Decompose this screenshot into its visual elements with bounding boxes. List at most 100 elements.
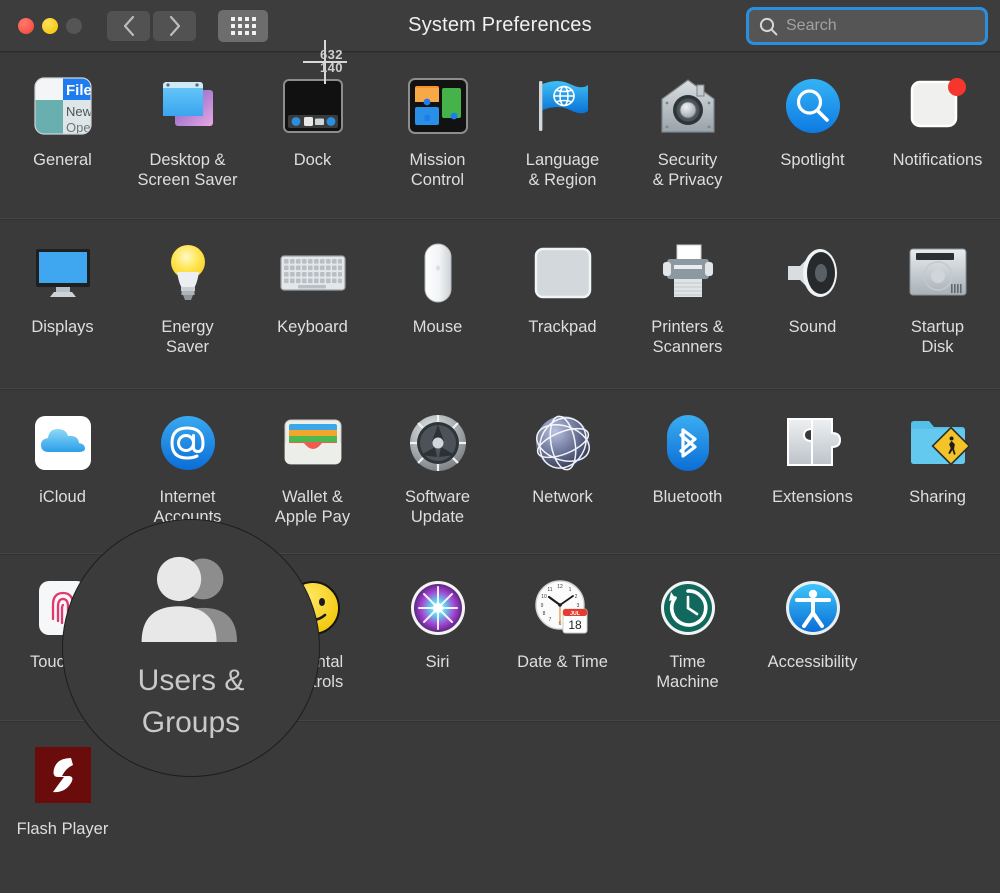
spotlight-icon [780,73,846,139]
pref-printers-scanners[interactable]: Printers & Scanners [625,234,750,357]
pref-label: Language & Region [525,151,600,189]
pref-label: Displays [31,318,94,336]
pref-siri[interactable]: Siri [375,569,500,672]
search-field[interactable] [746,7,993,45]
pref-empty-slot [875,569,1000,652]
pref-label: Keyboard [277,318,348,336]
pref-general[interactable]: File New Ope General [0,67,125,170]
wallet-applepay-icon [280,410,346,476]
pref-language-region[interactable]: Language & Region [500,67,625,190]
pref-software-update[interactable]: Software Update [375,404,500,527]
bluetooth-icon [655,410,721,476]
pref-extensions[interactable]: Extensions [750,404,875,507]
pref-mission-control[interactable]: Mission Control [375,67,500,190]
traffic-light-group [18,17,82,34]
software-update-icon [405,410,471,476]
pref-label: Date & Time [517,653,608,671]
svg-text:12: 12 [557,584,563,590]
pref-internet-accounts[interactable]: Internet Accounts [125,404,250,527]
svg-text:File: File [66,82,92,99]
users-groups-magnified-icon [141,556,237,642]
pref-notifications[interactable]: Notifications [875,67,1000,170]
back-button[interactable] [107,10,150,41]
show-all-button[interactable] [218,9,268,42]
svg-text:3: 3 [576,603,579,609]
pref-accessibility[interactable]: Accessibility [750,569,875,672]
pref-bluetooth[interactable]: Bluetooth [625,404,750,507]
pref-label: Desktop & Screen Saver [137,151,238,189]
calendar-month: JUL [570,611,581,617]
pref-label: Bluetooth [652,488,723,506]
svg-text:9: 9 [540,603,543,609]
svg-text:8: 8 [542,611,545,617]
pref-desktop-screen-saver[interactable]: Desktop & Screen Saver [125,67,250,190]
pref-keyboard[interactable]: Keyboard [250,234,375,337]
svg-text:11: 11 [547,587,552,593]
pref-sound[interactable]: Sound [750,234,875,337]
minimize-button[interactable] [42,17,58,34]
pref-trackpad[interactable]: Trackpad [500,234,625,337]
pref-wallet-apple-pay[interactable]: Wallet & Apple Pay [250,404,375,527]
search-input[interactable] [786,17,993,35]
pref-startup-disk[interactable]: Startup Disk [875,234,1000,357]
pref-dock[interactable]: Dock [250,67,375,170]
energy-saver-icon [155,240,221,306]
security-privacy-icon [655,73,721,139]
pref-spotlight[interactable]: Spotlight [750,67,875,170]
pref-label: Accessibility [767,653,858,671]
svg-text:1: 1 [568,587,571,593]
pref-icloud[interactable]: iCloud [0,404,125,507]
preferences-row: File New Ope General Desktop & Screen Sa… [0,52,1000,219]
svg-text:2: 2 [574,594,577,600]
printers-scanners-icon [655,240,721,306]
pref-security-privacy[interactable]: Security & Privacy [625,67,750,190]
pref-label: Security & Privacy [652,151,723,189]
pref-label: Startup Disk [910,318,965,356]
pref-flash-player[interactable]: Flash Player [0,736,125,839]
pref-label: Software Update [404,488,471,526]
zoom-button [66,17,82,34]
displays-icon [30,240,96,306]
pref-label: General [33,151,92,169]
general-icon: File New Ope [30,73,96,139]
pref-displays[interactable]: Displays [0,234,125,337]
preferences-row: Displays Energy Saver Keyboard Mouse Tra… [0,219,1000,389]
close-button[interactable] [18,17,34,34]
mouse-icon [405,240,471,306]
network-icon [530,410,596,476]
pref-energy-saver[interactable]: Energy Saver [125,234,250,357]
pref-label: Time Machine [656,653,719,691]
sharing-icon [905,410,971,476]
svg-text:New: New [66,104,93,119]
sound-icon [780,240,846,306]
pref-date-time[interactable]: 1212 345 678 91011 JUL 18 [500,569,625,672]
pref-time-machine[interactable]: Time Machine [625,569,750,692]
pref-label: Mission Control [409,151,466,189]
pref-network[interactable]: Network [500,404,625,507]
magnifier-loupe: Users & Groups [62,519,320,777]
desktop-screensaver-icon [155,73,221,139]
pref-label: Dock [293,151,332,169]
trackpad-icon [530,240,596,306]
magnified-label: Users & Groups [137,664,245,739]
window-titlebar: System Preferences [0,0,1000,52]
system-preferences-window: System Preferences Search File New Ope G… [0,0,1000,893]
pref-label: Network [532,488,593,506]
pref-label: iCloud [39,488,86,506]
svg-text:10: 10 [541,594,547,600]
dock-icon [280,73,346,139]
time-machine-icon [655,575,721,641]
date-time-icon: 1212 345 678 91011 JUL 18 [530,575,596,641]
pref-label: Extensions [772,488,853,506]
accessibility-icon [780,575,846,641]
pref-label: Energy Saver [161,318,214,356]
pref-sharing[interactable]: Sharing [875,404,1000,507]
flash-player-icon [30,742,96,808]
internet-accounts-icon [155,410,221,476]
notification-badge [947,78,966,96]
pref-label: Sound [788,318,837,336]
pref-label: Notifications [892,151,983,169]
pref-mouse[interactable]: Mouse [375,234,500,337]
chevron-right-icon [169,15,180,36]
forward-button[interactable] [153,10,196,41]
